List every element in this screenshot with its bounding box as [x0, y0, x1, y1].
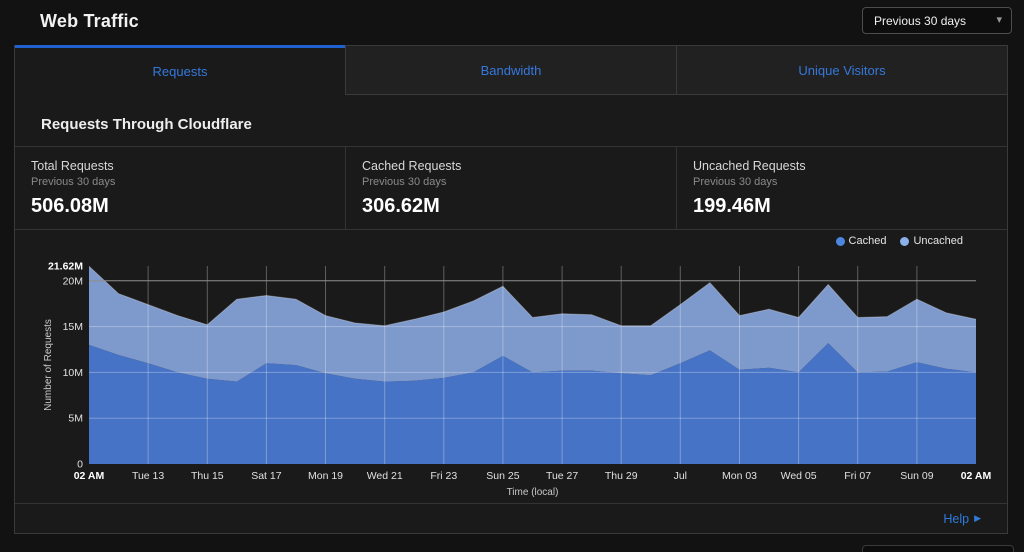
cutoff-dropdown-box	[862, 545, 1014, 552]
svg-text:02 AM: 02 AM	[74, 470, 105, 482]
help-label: Help	[943, 512, 969, 526]
svg-text:15M: 15M	[63, 321, 83, 333]
stat-label: Cached Requests	[362, 159, 660, 173]
page-title: Web Traffic	[40, 11, 139, 32]
svg-text:Tue 13: Tue 13	[132, 470, 164, 482]
svg-text:Mon 03: Mon 03	[722, 470, 757, 482]
svg-text:Tue 27: Tue 27	[546, 470, 578, 482]
cached-dot-icon	[836, 237, 845, 246]
requests-chart-area: Cached Uncached 0 5M 10M 15M 20M 21.62M 02 AM T…	[15, 230, 1007, 503]
tab-bar: Requests Bandwidth Unique Visitors	[15, 45, 1007, 95]
svg-text:10M: 10M	[63, 367, 83, 379]
tab-unique-visitors-label: Unique Visitors	[798, 63, 885, 78]
stacked-area-chart: 0 5M 10M 15M 20M 21.62M 02 AM Tue 13 Thu 15 Sat 1…	[15, 246, 1009, 498]
time-range-select[interactable]: Previous 30 days ▾	[862, 7, 1012, 34]
svg-text:0: 0	[77, 459, 83, 471]
svg-text:Time (local): Time (local)	[507, 487, 559, 498]
stat-value: 306.62M	[362, 195, 660, 218]
stat-label: Uncached Requests	[693, 159, 991, 173]
tab-requests-label: Requests	[153, 64, 208, 79]
stat-cached-requests: Cached Requests Previous 30 days 306.62M	[345, 147, 676, 229]
stat-label: Total Requests	[31, 159, 329, 173]
uncached-dot-icon	[900, 237, 909, 246]
svg-text:Mon 19: Mon 19	[308, 470, 343, 482]
stat-value: 506.08M	[31, 195, 329, 218]
svg-text:Fri 07: Fri 07	[844, 470, 871, 482]
svg-text:Thu 29: Thu 29	[605, 470, 638, 482]
tab-requests[interactable]: Requests	[15, 45, 345, 95]
time-range-value: Previous 30 days	[874, 14, 966, 28]
tab-bandwidth-label: Bandwidth	[481, 63, 542, 78]
stat-period: Previous 30 days	[31, 176, 329, 188]
legend-cached-label: Cached	[849, 235, 887, 247]
legend-item-uncached[interactable]: Uncached	[900, 235, 963, 247]
legend-uncached-label: Uncached	[913, 235, 963, 247]
chart-legend: Cached Uncached	[836, 235, 963, 247]
help-link[interactable]: Help ▶	[943, 512, 981, 526]
svg-text:Jul: Jul	[674, 470, 687, 482]
panel-footer: Help ▶	[15, 503, 1007, 533]
svg-text:Sat 17: Sat 17	[251, 470, 282, 482]
tab-unique-visitors[interactable]: Unique Visitors	[676, 45, 1007, 95]
help-arrow-icon: ▶	[974, 513, 981, 524]
chevron-down-icon: ▾	[996, 15, 1002, 26]
stat-total-requests: Total Requests Previous 30 days 506.08M	[15, 147, 345, 229]
svg-text:Fri 23: Fri 23	[430, 470, 457, 482]
stat-period: Previous 30 days	[362, 176, 660, 188]
svg-text:5M: 5M	[68, 413, 83, 425]
svg-text:Sun 09: Sun 09	[900, 470, 933, 482]
svg-text:Wed 21: Wed 21	[367, 470, 403, 482]
stat-value: 199.46M	[693, 195, 991, 218]
stat-period: Previous 30 days	[693, 176, 991, 188]
svg-text:20M: 20M	[63, 275, 83, 287]
svg-text:Sun 25: Sun 25	[486, 470, 519, 482]
svg-text:Number of Requests: Number of Requests	[43, 319, 54, 411]
svg-text:Thu 15: Thu 15	[191, 470, 224, 482]
legend-item-cached[interactable]: Cached	[836, 235, 887, 247]
stats-strip: Total Requests Previous 30 days 506.08M …	[15, 146, 1007, 230]
tab-bandwidth[interactable]: Bandwidth	[345, 45, 676, 95]
svg-text:21.62M: 21.62M	[48, 261, 83, 273]
svg-text:Wed 05: Wed 05	[781, 470, 817, 482]
stat-uncached-requests: Uncached Requests Previous 30 days 199.4…	[676, 147, 1007, 229]
svg-text:02 AM: 02 AM	[961, 470, 992, 482]
web-traffic-panel: Requests Bandwidth Unique Visitors Reque…	[14, 45, 1008, 534]
section-heading: Requests Through Cloudflare	[15, 95, 1007, 146]
